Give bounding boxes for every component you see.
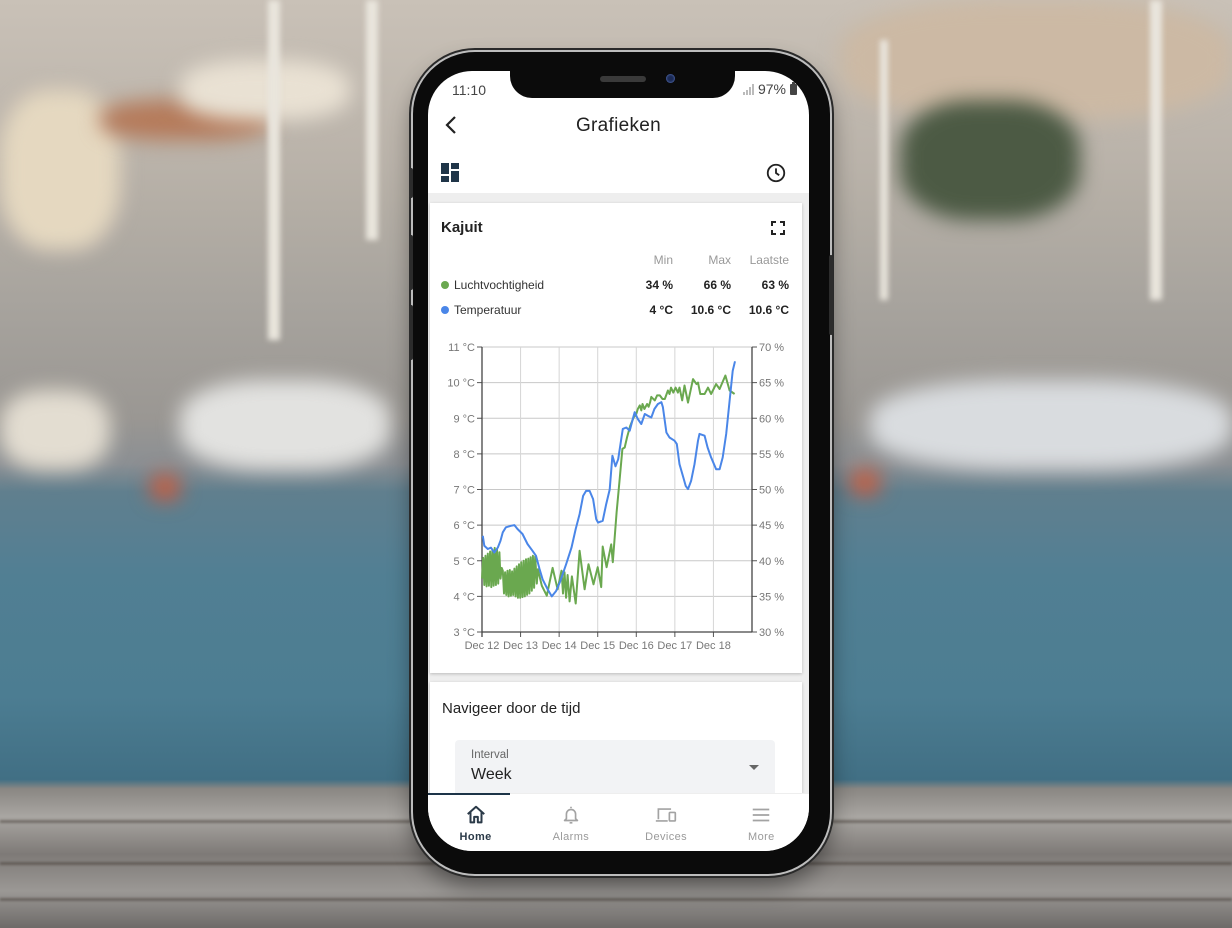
nav-label: Alarms — [552, 831, 590, 843]
battery-icon — [790, 81, 797, 95]
clock-icon[interactable] — [765, 162, 787, 184]
x-tick-label: Dec 15 — [580, 640, 615, 652]
x-tick-label: Dec 16 — [619, 640, 654, 652]
col-min: Min — [653, 252, 673, 267]
nav-label: Home — [459, 831, 492, 843]
nav-label: Devices — [645, 831, 688, 843]
bg-boat — [0, 390, 110, 470]
phone-side-button — [409, 168, 413, 198]
line-chart: 11 °C 70 % 10 °C 65 % 9 °C 60 % 8 °C 55 % 7 °C 50… — [447, 342, 784, 652]
bg-boat — [180, 380, 390, 470]
x-tick-label: Dec 12 — [465, 640, 500, 652]
notch — [510, 71, 735, 98]
phone-side-button — [829, 255, 833, 335]
y-right-tick-label: 45 % — [759, 520, 784, 532]
card-title: Kajuit — [441, 219, 483, 236]
bg-buoy — [850, 470, 880, 495]
phone-side-button — [409, 305, 413, 360]
y-right-tick-label: 35 % — [759, 591, 784, 603]
y-left-tick-label: 4 °C — [453, 591, 475, 603]
y-left-tick-label: 6 °C — [453, 520, 475, 532]
active-tab-indicator — [428, 793, 510, 795]
app-bar: Grafieken — [428, 103, 809, 147]
last-value: 10.6 °C — [748, 302, 789, 317]
min-value: 34 % — [645, 277, 673, 292]
nav-home[interactable]: Home — [428, 794, 523, 851]
devices-icon — [655, 808, 677, 822]
page-title: Grafieken — [575, 115, 662, 136]
camera — [666, 74, 675, 83]
series-name: Luchtvochtigheid — [454, 277, 545, 292]
signal-icon — [742, 83, 754, 95]
bg-buoy — [150, 475, 180, 500]
stats-table: Min Max Laatste Luchtvochtigheid 34 % 66… — [441, 247, 789, 322]
content-area: Kajuit Min Max Laatste Luchtvochtigheid … — [428, 193, 809, 822]
col-max: Max — [708, 252, 731, 267]
fullscreen-icon[interactable] — [771, 221, 785, 235]
y-left-tick-label: 5 °C — [453, 556, 475, 568]
series-name: Temperatuur — [454, 302, 522, 317]
status-right: 97% — [742, 81, 797, 97]
y-left-tick-label: 3 °C — [453, 627, 475, 639]
bg-table-plank — [0, 898, 1232, 901]
x-tick-label: Dec 13 — [503, 640, 538, 652]
status-time: 11:10 — [452, 82, 486, 98]
interval-value: Week — [471, 766, 512, 783]
home-icon — [466, 805, 485, 824]
nav-more[interactable]: More — [714, 794, 809, 851]
y-left-tick-label: 9 °C — [453, 413, 475, 425]
menu-icon — [753, 808, 770, 822]
caret-down-icon — [749, 765, 759, 770]
bg-building — [840, 0, 1232, 120]
y-left-tick-label: 11 °C — [448, 342, 475, 354]
chart-labels: 11 °C 70 % 10 °C 65 % 9 °C 60 % 8 °C 55 % 7 °C 50… — [447, 342, 784, 652]
navigate-title: Navigeer door de tijd — [442, 700, 581, 717]
y-right-tick-label: 55 % — [759, 449, 784, 461]
phone-side-button — [409, 235, 413, 290]
y-left-tick-label: 7 °C — [453, 485, 475, 497]
bottom-nav: Home Alarms Devices More — [428, 793, 809, 851]
stats-header-row: Min Max Laatste — [441, 247, 789, 272]
col-last: Laatste — [749, 252, 789, 267]
chart-card: Kajuit Min Max Laatste Luchtvochtigheid … — [430, 203, 802, 673]
x-tick-label: Dec 17 — [657, 640, 692, 652]
speaker — [600, 76, 646, 82]
bg-boat — [870, 380, 1232, 470]
chart-lines — [481, 361, 736, 605]
toolbar — [428, 153, 809, 193]
min-value: 4 °C — [649, 302, 673, 317]
last-value: 63 % — [761, 277, 789, 292]
legend-dot-humidity — [441, 280, 449, 289]
y-right-tick-label: 60 % — [759, 413, 784, 425]
bg-mast — [1150, 0, 1162, 300]
bg-trees — [900, 100, 1080, 220]
max-value: 10.6 °C — [690, 302, 731, 317]
interval-label: Interval — [471, 749, 509, 761]
bg-mast — [880, 40, 888, 300]
nav-label: More — [748, 831, 775, 843]
y-right-tick-label: 70 % — [759, 342, 784, 354]
y-right-tick-label: 65 % — [759, 378, 784, 390]
stats-row-temperature: Temperatuur 4 °C 10.6 °C 10.6 °C — [441, 297, 789, 322]
stats-row-humidity: Luchtvochtigheid 34 % 66 % 63 % — [441, 272, 789, 297]
interval-select[interactable]: Interval Week — [455, 740, 775, 796]
max-value: 66 % — [703, 277, 731, 292]
x-tick-label: Dec 14 — [542, 640, 577, 652]
nav-devices[interactable]: Devices — [619, 794, 714, 851]
x-tick-label: Dec 18 — [696, 640, 731, 652]
phone-screen: 11:10 97% Grafieken Kajuit Min Max Laats… — [428, 71, 809, 851]
nav-alarms[interactable]: Alarms — [523, 794, 618, 851]
y-right-tick-label: 50 % — [759, 485, 784, 497]
bg-mast — [366, 0, 378, 240]
bell-icon — [563, 806, 579, 824]
legend-dot-temperature — [441, 305, 449, 314]
y-right-tick-label: 30 % — [759, 627, 784, 639]
battery-percent: 97% — [757, 81, 786, 97]
y-left-tick-label: 10 °C — [447, 378, 475, 390]
bg-mast — [268, 0, 280, 340]
bg-building — [180, 60, 350, 120]
y-right-tick-label: 40 % — [759, 556, 784, 568]
dashboard-icon[interactable] — [441, 163, 461, 183]
y-left-tick-label: 8 °C — [453, 449, 475, 461]
